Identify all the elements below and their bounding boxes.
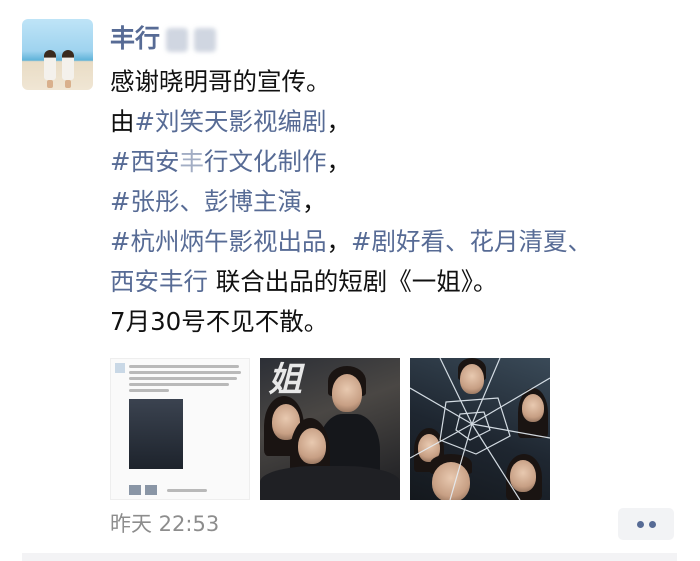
poster-figure: [260, 466, 400, 500]
username-text: 丰行: [110, 24, 161, 53]
post-line: 感谢晓明哥的宣传。: [110, 62, 690, 102]
hashtag-link[interactable]: #西安丰行文化制作: [110, 147, 327, 176]
text-span: ，: [326, 107, 352, 136]
mini-thumb: [129, 485, 141, 495]
hashtag-link[interactable]: #杭州炳午影视出品: [110, 227, 327, 256]
comment-area: [22, 553, 677, 561]
avatar[interactable]: [22, 19, 93, 90]
text-span: 联合出品的短剧《一姐》。: [208, 267, 498, 296]
text-span: 7月30号不见不散。: [110, 307, 329, 336]
text-span: ，: [302, 187, 327, 216]
username-redaction: [166, 28, 189, 52]
mini-text: [129, 383, 229, 386]
hashtag-link[interactable]: 彭博主演: [204, 187, 302, 216]
poster-title: 姐: [268, 360, 302, 400]
broken-glass-overlay: [410, 358, 550, 500]
avatar-figure: [44, 50, 56, 88]
post-line: 西安丰行 联合出品的短剧《一姐》。: [110, 262, 690, 302]
photo-thumbnail[interactable]: [410, 358, 550, 500]
text-span: 感谢晓明哥的宣传。: [110, 67, 331, 96]
text-span: 丰: [179, 147, 205, 176]
text-span: 行文化制作: [204, 147, 327, 176]
more-dot-icon: [649, 521, 656, 528]
poster-face: [298, 428, 326, 464]
post-line: #杭州炳午影视出品，#剧好看、花月清夏、: [110, 222, 690, 262]
mini-text: [129, 377, 237, 380]
hashtag-link[interactable]: #张彤: [110, 187, 180, 216]
hashtag-link[interactable]: #剧好看、花月清夏、: [351, 227, 592, 256]
moment-post: 丰行 感谢晓明哥的宣传。 由#刘笑天影视编剧， #西安丰行文化制作， #张彤、彭…: [0, 0, 700, 561]
text-span: #西安: [110, 147, 180, 176]
post-line: #西安丰行文化制作，: [110, 142, 690, 182]
mini-text: [129, 371, 241, 374]
more-dot-icon: [637, 521, 644, 528]
mini-text: [129, 389, 169, 392]
hashtag-link[interactable]: 西安丰行: [110, 267, 208, 296]
mini-thumb: [145, 485, 157, 495]
text-span: ，: [326, 147, 352, 176]
post-timestamp: 昨天 22:53: [110, 512, 220, 536]
mini-text: [129, 365, 239, 368]
poster-face: [332, 374, 362, 412]
mini-avatar: [115, 363, 125, 373]
text-span: ，: [326, 227, 352, 256]
username[interactable]: 丰行: [110, 22, 217, 56]
text-span: 由: [110, 107, 135, 136]
username-redaction: [194, 28, 217, 52]
mini-poster: [129, 399, 183, 469]
hashtag-link[interactable]: #刘笑天影视编剧: [135, 107, 327, 136]
photo-thumbnail[interactable]: 姐: [260, 358, 400, 500]
mini-text: [167, 489, 207, 492]
text-span: 、: [179, 187, 205, 216]
post-line: #张彤、彭博主演，: [110, 182, 690, 222]
post-line: 由#刘笑天影视编剧，: [110, 102, 690, 142]
more-actions-button[interactable]: [618, 508, 674, 540]
avatar-figure: [62, 50, 74, 88]
photo-thumbnail[interactable]: [110, 358, 250, 500]
post-text: 感谢晓明哥的宣传。 由#刘笑天影视编剧， #西安丰行文化制作， #张彤、彭博主演…: [110, 62, 690, 342]
post-line: 7月30号不见不散。: [110, 302, 690, 342]
